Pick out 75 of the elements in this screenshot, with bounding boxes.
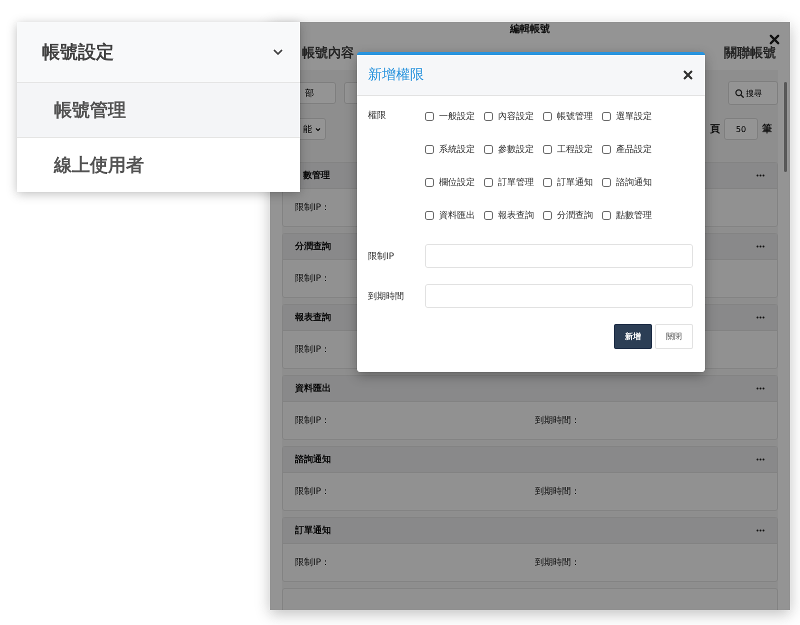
form-label: 到期時間 xyxy=(368,290,405,302)
checkbox[interactable] xyxy=(543,112,552,120)
close-button[interactable]: 關閉 xyxy=(655,324,693,349)
field-label: 限制IP： xyxy=(295,486,332,498)
menu-header[interactable]: 帳號設定 xyxy=(17,22,300,83)
checkbox-label: 產品設定 xyxy=(616,144,652,156)
checkbox-label: 選單設定 xyxy=(616,110,652,122)
checkbox[interactable] xyxy=(425,144,434,154)
checkbox-label: 報表查詢 xyxy=(498,210,534,222)
field-label: 到期時間： xyxy=(535,414,581,427)
page-size-field[interactable]: 50 xyxy=(724,118,758,140)
more-icon[interactable] xyxy=(756,529,765,532)
card-title: 諮詢通知 xyxy=(295,453,331,466)
field-label: 限制IP： xyxy=(295,414,332,427)
field-label: 限制IP： xyxy=(295,344,332,356)
checkbox[interactable] xyxy=(602,210,611,220)
search-button[interactable]: 搜尋 xyxy=(728,81,778,105)
checkbox-label: 分潤查詢 xyxy=(557,210,593,222)
input-field[interactable] xyxy=(425,284,693,308)
checkbox-label: 諮詢通知 xyxy=(616,176,652,188)
checkbox[interactable] xyxy=(484,210,493,220)
form-label: 權限 xyxy=(368,110,387,122)
checkbox[interactable] xyxy=(425,112,434,120)
scrollbar[interactable] xyxy=(784,82,787,172)
card-title: 數管理 xyxy=(302,170,330,182)
checkbox-label: 內容設定 xyxy=(498,110,534,122)
modal-title: 新增權限 xyxy=(368,66,424,84)
input-field[interactable] xyxy=(425,244,693,268)
search-icon xyxy=(735,88,744,98)
card-title: 訂單通知 xyxy=(295,524,331,537)
tab[interactable]: 關聯帳號 xyxy=(724,44,776,62)
checkbox[interactable] xyxy=(602,112,611,120)
checkbox-label: 一般設定 xyxy=(439,110,475,122)
card-title: 資料匯出 xyxy=(295,382,331,395)
checkbox-label: 資料匯出 xyxy=(439,210,475,222)
more-icon[interactable] xyxy=(756,174,765,177)
checkbox-label: 欄位設定 xyxy=(439,176,475,188)
menu-item[interactable]: 帳號管理 xyxy=(17,83,300,138)
checkbox[interactable] xyxy=(602,144,611,154)
checkbox[interactable] xyxy=(543,178,552,186)
checkbox-label: 點數管理 xyxy=(616,210,652,222)
field-label: 限制IP： xyxy=(295,272,332,285)
checkbox[interactable] xyxy=(484,144,493,154)
more-icon[interactable] xyxy=(756,387,765,390)
field-label: 限制IP： xyxy=(295,556,332,569)
more-icon[interactable] xyxy=(756,245,765,248)
add-button[interactable]: 新增 xyxy=(614,324,652,349)
close-icon[interactable] xyxy=(769,34,780,45)
more-icon[interactable] xyxy=(756,458,765,461)
checkbox[interactable] xyxy=(425,210,434,220)
window-title: 編輯帳號 xyxy=(510,22,550,36)
page-size-label: 頁 xyxy=(710,123,720,136)
checkbox[interactable] xyxy=(543,144,552,154)
page-size-unit: 筆 xyxy=(762,122,772,136)
menu-item[interactable]: 線上使用者 xyxy=(17,138,300,192)
field-label: 到期時間： xyxy=(535,556,581,569)
checkbox[interactable] xyxy=(484,112,493,120)
checkbox-label: 系統設定 xyxy=(439,144,475,156)
checkbox[interactable] xyxy=(543,210,552,220)
checkbox-label: 參數設定 xyxy=(498,144,534,156)
tab[interactable]: 帳號內容 xyxy=(302,44,354,62)
form-label: 限制IP xyxy=(368,250,396,262)
field-label: 到期時間： xyxy=(535,486,581,498)
checkbox[interactable] xyxy=(602,178,611,186)
card-title: 分潤查詢 xyxy=(295,240,331,253)
field-label: 限制IP： xyxy=(295,202,332,214)
checkbox-label: 訂單通知 xyxy=(557,176,593,188)
checkbox-label: 帳號管理 xyxy=(557,110,593,122)
checkbox[interactable] xyxy=(484,178,493,186)
more-icon[interactable] xyxy=(756,316,765,319)
close-icon[interactable] xyxy=(683,70,693,80)
checkbox-label: 工程設定 xyxy=(557,144,593,156)
checkbox-label: 訂單管理 xyxy=(498,176,534,188)
card-title: 報表查詢 xyxy=(295,311,331,324)
checkbox[interactable] xyxy=(425,178,434,186)
